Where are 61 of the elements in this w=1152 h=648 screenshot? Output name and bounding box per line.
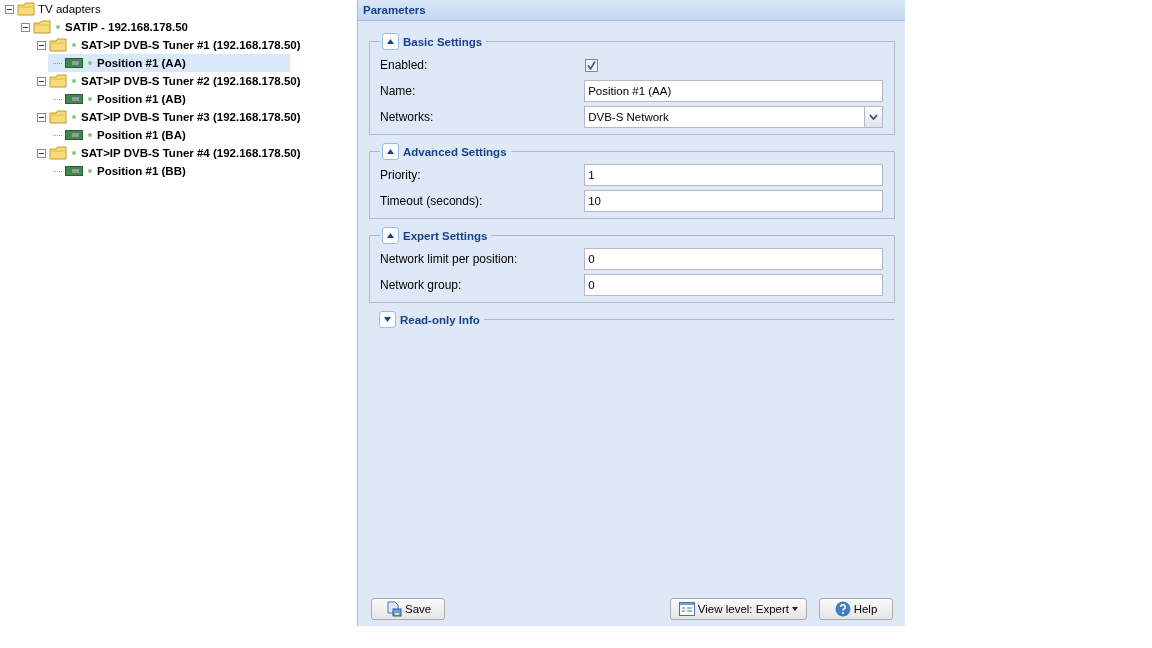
collapse-icon[interactable] xyxy=(37,40,46,50)
help-button[interactable]: Help xyxy=(819,598,893,620)
section-title: Expert Settings xyxy=(403,229,488,242)
collapse-button[interactable] xyxy=(382,227,399,244)
section-title: Advanced Settings xyxy=(403,145,507,158)
section-title: Basic Settings xyxy=(403,35,483,48)
folder-icon xyxy=(17,2,35,16)
card-icon xyxy=(65,129,83,141)
up-triangle-icon xyxy=(387,39,394,44)
folder-icon xyxy=(49,38,67,52)
save-button[interactable]: Save xyxy=(371,598,445,620)
folder-icon xyxy=(33,20,51,34)
expand-button[interactable] xyxy=(379,311,396,328)
down-triangle-icon xyxy=(384,317,391,322)
caret-icon xyxy=(792,607,798,611)
list-icon xyxy=(678,602,695,616)
up-triangle-icon xyxy=(387,149,394,154)
selected-row[interactable]: Position #1 (AA) xyxy=(48,54,290,72)
field-label: Priority: xyxy=(380,168,422,182)
collapse-icon[interactable] xyxy=(5,4,14,14)
dropdown-field[interactable]: DVB-S Network xyxy=(584,106,883,128)
card-icon xyxy=(65,165,83,177)
tree-item[interactable]: Position #1 (AA) xyxy=(97,57,186,69)
tree-item[interactable]: SAT>IP DVB-S Tuner #3 (192.168.178.50) xyxy=(81,111,301,123)
field-label: Enabled: xyxy=(380,58,429,72)
folder-icon xyxy=(49,110,67,124)
tree-item[interactable]: SAT>IP DVB-S Tuner #4 (192.168.178.50) xyxy=(81,147,301,159)
help-icon xyxy=(834,601,851,617)
text-field[interactable]: Position #1 (AA) xyxy=(584,80,883,102)
section-title: Read-only Info xyxy=(400,313,480,326)
collapse-icon[interactable] xyxy=(37,148,46,158)
folder-icon xyxy=(49,74,67,88)
tree-item[interactable]: Position #1 (BB) xyxy=(97,165,186,177)
tree-item[interactable]: SAT>IP DVB-S Tuner #2 (192.168.178.50) xyxy=(81,75,301,87)
field-label: Networks: xyxy=(380,110,435,124)
folder-icon xyxy=(49,146,67,160)
text-field[interactable]: 1 xyxy=(584,164,883,186)
up-triangle-icon xyxy=(387,233,394,238)
collapse-icon[interactable] xyxy=(21,22,30,32)
checkbox[interactable] xyxy=(585,58,598,72)
tree-item[interactable]: SATIP - 192.168.178.50 xyxy=(65,21,188,33)
field-label: Network limit per position: xyxy=(380,252,519,266)
field-label: Timeout (seconds): xyxy=(380,194,484,208)
view-level-button[interactable]: View level: Expert xyxy=(669,598,807,620)
text-field[interactable]: 0 xyxy=(584,274,883,296)
panel-title: Parameters xyxy=(363,4,426,16)
collapse-button[interactable] xyxy=(382,143,399,160)
tree-item[interactable]: TV adapters xyxy=(38,3,101,15)
tree-item[interactable]: Position #1 (AB) xyxy=(97,93,186,105)
field-label: Name: xyxy=(380,84,417,98)
save-icon xyxy=(386,601,402,617)
card-icon xyxy=(65,93,83,105)
tree-item[interactable]: Position #1 (BA) xyxy=(97,129,186,141)
text-field[interactable]: 10 xyxy=(584,190,883,212)
collapse-button[interactable] xyxy=(382,33,399,50)
card-icon xyxy=(65,57,83,69)
text-field[interactable]: 0 xyxy=(584,248,883,270)
field-label: Network group: xyxy=(380,278,463,292)
collapse-icon[interactable] xyxy=(37,112,46,122)
collapse-icon[interactable] xyxy=(37,76,46,86)
tree-item[interactable]: SAT>IP DVB-S Tuner #1 (192.168.178.50) xyxy=(81,39,301,51)
